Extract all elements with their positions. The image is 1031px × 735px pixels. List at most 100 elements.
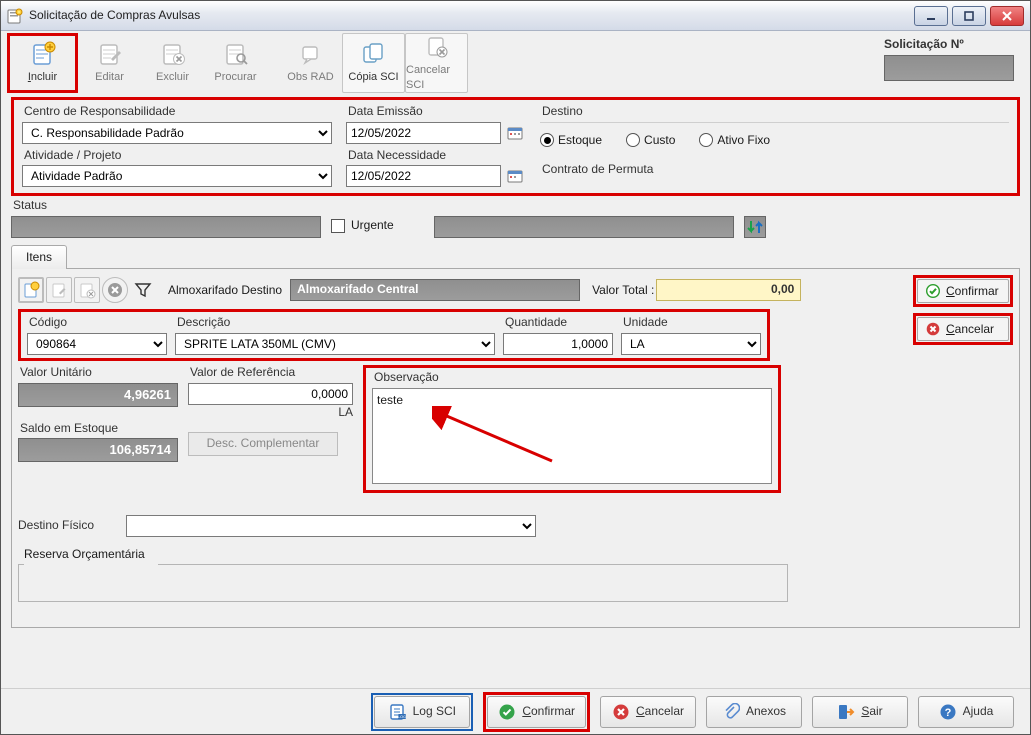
radio-dot-icon [699, 133, 713, 147]
calendar-icon[interactable] [507, 168, 523, 184]
excluir-button[interactable]: Excluir [141, 33, 204, 93]
swap-button[interactable] [744, 216, 766, 238]
destino-fisico-label: Destino Físico [18, 518, 118, 534]
desc-complementar-button[interactable]: Desc. Complementar [188, 432, 338, 456]
anexos-button[interactable]: Anexos [706, 696, 802, 728]
check-circle-icon [498, 703, 516, 721]
valor-total-value: 0,00 [656, 279, 801, 301]
close-button[interactable] [990, 6, 1024, 26]
radio-dot-selected-icon [540, 133, 554, 147]
item-cancel-button[interactable] [102, 277, 128, 303]
data-emissao-label: Data Emissão [348, 104, 526, 120]
copiasci-label: Cópia SCI [348, 70, 398, 84]
codigo-label: Código [29, 315, 167, 331]
solicitacao-numero-value [884, 55, 1014, 81]
data-necessidade-input[interactable] [346, 165, 501, 187]
urgente-label: Urgente [351, 218, 394, 234]
anexos-label: Anexos [746, 704, 786, 720]
exit-icon [837, 703, 855, 721]
tab-itens-panel: Almoxarifado Destino Almoxarifado Centra… [11, 268, 1020, 628]
maximize-button[interactable] [952, 6, 986, 26]
status-label: Status [13, 198, 321, 214]
data-necessidade-label: Data Necessidade [348, 148, 526, 164]
descricao-label: Descrição [177, 315, 495, 331]
unidade-label: Unidade [623, 315, 761, 331]
item-delete-icon [78, 281, 96, 299]
valor-unitario-label: Valor Unitário [20, 365, 178, 381]
atividade-label: Atividade / Projeto [24, 148, 332, 164]
editar-label: Editar [95, 70, 124, 84]
observacao-label: Observação [374, 370, 772, 386]
cancelarsci-label: Cancelar SCI [406, 63, 467, 92]
calendar-icon[interactable] [507, 125, 523, 141]
destino-fisico-select[interactable] [126, 515, 536, 537]
unidade-select[interactable]: LA [621, 333, 761, 355]
valor-referencia-label: Valor de Referência [190, 365, 353, 381]
destino-ativo-label: Ativo Fixo [717, 133, 770, 149]
radio-dot-icon [626, 133, 640, 147]
paperclip-icon [722, 703, 740, 721]
procurar-button[interactable]: Procurar [204, 33, 267, 93]
reserva-orcamentaria-label: Reserva Orçamentária [24, 547, 145, 563]
item-cancelar-button[interactable]: Cancelar [917, 317, 1009, 341]
quantidade-label: Quantidade [505, 315, 613, 331]
item-edit-button[interactable] [46, 277, 72, 303]
svg-text:?: ? [944, 707, 951, 719]
incluir-button[interactable]: Incluir [11, 37, 74, 89]
check-circle-icon [926, 284, 940, 298]
footer-confirmar-button[interactable]: Confirmar [487, 696, 586, 728]
observacao-input[interactable]: teste [372, 388, 772, 484]
copiasci-button[interactable]: Cópia SCI [342, 33, 405, 93]
svg-text:LOG: LOG [397, 714, 405, 719]
filter-button[interactable] [130, 277, 156, 303]
destino-label: Destino [542, 104, 1009, 120]
codigo-select[interactable]: 090864 [27, 333, 167, 355]
unidade-suffix: LA [188, 405, 353, 421]
footer-cancelar-button[interactable]: Cancelar [600, 696, 696, 728]
atividade-select[interactable]: Atividade Padrão [22, 165, 332, 187]
main-toolbar: Incluir Editar Excluir Procurar Obs RAD … [1, 31, 1030, 93]
centro-resp-label: Centro de Responsabilidade [24, 104, 332, 120]
cancelarsci-button[interactable]: Cancelar SCI [405, 33, 468, 93]
log-icon: LOG [389, 703, 407, 721]
almoxarifado-value: Almoxarifado Central [290, 279, 580, 301]
destino-estoque-radio[interactable]: Estoque [540, 133, 602, 149]
item-edit-icon [50, 281, 68, 299]
window-frame: Solicitação de Compras Avulsas Incluir E… [0, 0, 1031, 735]
ajuda-label: Ajuda [963, 704, 994, 720]
excluir-label: Excluir [156, 70, 189, 84]
urgente-checkbox[interactable] [331, 219, 345, 233]
sair-button[interactable]: Sair [812, 696, 908, 728]
item-new-button[interactable] [18, 277, 44, 303]
tab-itens[interactable]: Itens [11, 245, 67, 270]
item-confirmar-button[interactable]: Confirmar [917, 279, 1009, 303]
cancel-circle-icon [107, 282, 123, 298]
logsci-button[interactable]: LOG Log SCI [374, 696, 470, 728]
item-new-icon [22, 281, 40, 299]
funnel-icon [134, 281, 152, 299]
quantidade-input[interactable] [503, 333, 613, 355]
centro-resp-select[interactable]: C. Responsabilidade Padrão [22, 122, 332, 144]
cancel-circle-icon [612, 703, 630, 721]
swap-arrows-icon [745, 217, 765, 237]
cancel-circle-icon [926, 322, 940, 336]
obsrad-button[interactable]: Obs RAD [279, 33, 342, 93]
status-value [11, 216, 321, 238]
obsrad-label: Obs RAD [287, 70, 333, 84]
incluir-rest: ncluir [31, 71, 57, 83]
destino-custo-label: Custo [644, 133, 675, 149]
minimize-button[interactable] [914, 6, 948, 26]
titlebar: Solicitação de Compras Avulsas [1, 1, 1030, 31]
ajuda-button[interactable]: ? Ajuda [918, 696, 1014, 728]
observacao-value: teste [377, 393, 403, 407]
destino-ativo-radio[interactable]: Ativo Fixo [699, 133, 770, 149]
content-area: Centro de Responsabilidade C. Responsabi… [1, 93, 1030, 688]
procurar-label: Procurar [214, 70, 256, 84]
valor-referencia-input[interactable] [188, 383, 353, 405]
editar-button[interactable]: Editar [78, 33, 141, 93]
destino-custo-radio[interactable]: Custo [626, 133, 675, 149]
descricao-select[interactable]: SPRITE LATA 350ML (CMV) [175, 333, 495, 355]
item-delete-button[interactable] [74, 277, 100, 303]
data-emissao-input[interactable] [346, 122, 501, 144]
saldo-estoque-value: 106,85714 [18, 438, 178, 462]
